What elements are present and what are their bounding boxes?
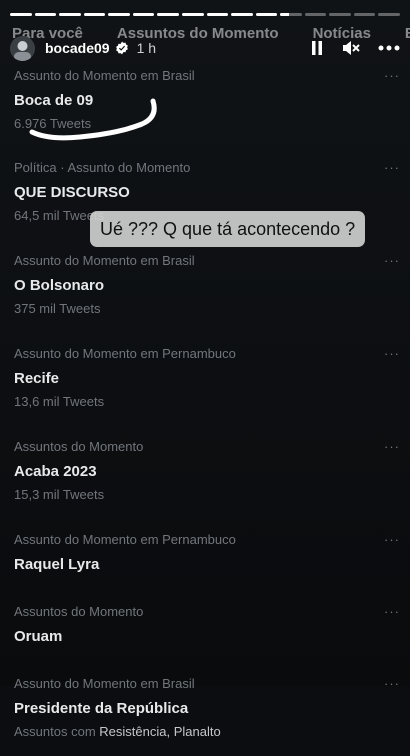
trend-more-icon[interactable]: ···	[384, 532, 400, 547]
story-progress-fill	[132, 13, 155, 16]
story-header: bocade09 1 h	[10, 35, 400, 61]
pause-icon	[312, 41, 322, 55]
background-tab: Esp	[404, 25, 410, 42]
trend-more-icon[interactable]: ···	[384, 160, 400, 175]
trend-context: Assuntos do Momento	[14, 439, 144, 454]
trend-name: Acaba 2023	[14, 463, 97, 480]
trend-item[interactable]: Assunto do Momento em Brasil O Bolsonaro…	[0, 245, 410, 330]
story-progress-segment	[59, 13, 81, 16]
trend-context: Política · Assunto do Momento	[14, 160, 191, 175]
story-progress-segment	[10, 13, 32, 16]
story-progress-segment	[132, 13, 155, 16]
story-text-caption: Ué ??? Q que tá acontecendo ?	[90, 211, 366, 247]
verified-badge-icon	[115, 41, 128, 55]
trend-more-icon[interactable]: ···	[384, 604, 400, 619]
speaker-muted-icon	[343, 41, 360, 55]
story-progress-segment	[280, 13, 302, 16]
trend-context: Assunto do Momento em Brasil	[14, 68, 195, 83]
trend-tweet-count: 13,6 mil Tweets	[14, 394, 105, 409]
story-progress-segment	[378, 13, 400, 16]
username[interactable]: bocade09	[45, 40, 110, 56]
story-progress-fill	[255, 13, 278, 16]
trend-more-icon[interactable]: ···	[384, 439, 400, 454]
trend-item[interactable]: Assunto do Momento em Pernambuco Recife …	[0, 338, 410, 423]
story-progress-segment	[206, 13, 229, 16]
story-progress-fill	[181, 13, 204, 16]
trend-tweet-count: 375 mil Tweets	[14, 301, 101, 316]
mute-button[interactable]	[342, 40, 360, 56]
profile-picture-icon	[10, 35, 35, 61]
trend-item[interactable]: Assunto do Momento em Brasil Presidente …	[0, 668, 410, 756]
trend-tweet-count: 6.976 Tweets	[14, 116, 92, 131]
trend-item[interactable]: Assunto do Momento em Brasil Boca de 09 …	[0, 60, 410, 145]
trend-tweet-count: 15,3 mil Tweets	[14, 487, 105, 502]
trend-context: Assunto do Momento em Pernambuco	[14, 532, 236, 547]
trends-list: Assunto do Momento em Brasil Boca de 09 …	[0, 60, 410, 756]
trend-context: Assunto do Momento em Brasil	[14, 253, 195, 268]
story-progress-fill	[280, 13, 289, 16]
trend-related-topics: Assuntos com Resistência, Planalto	[14, 724, 221, 739]
more-options-button[interactable]	[378, 45, 400, 51]
story-progress-segment	[231, 13, 253, 16]
story-progress-segment	[157, 13, 179, 16]
trend-name: Oruam	[14, 628, 63, 645]
story-progress-segment	[83, 13, 106, 16]
ellipsis-icon	[378, 45, 400, 51]
trend-name: Recife	[14, 370, 60, 387]
story-progress-fill	[108, 13, 130, 16]
trend-more-icon[interactable]: ···	[384, 676, 400, 691]
avatar[interactable]	[10, 35, 35, 61]
story-progress-segment	[255, 13, 278, 16]
trend-name: Boca de 09	[14, 92, 94, 109]
trend-name: Raquel Lyra	[14, 556, 100, 573]
story-progress-segment	[181, 13, 204, 16]
story-progress-fill	[206, 13, 229, 16]
story-progress-segment	[353, 13, 376, 16]
trend-name: Presidente da República	[14, 700, 189, 717]
trend-more-icon[interactable]: ···	[384, 253, 400, 268]
story-progress-segment	[108, 13, 130, 16]
story-progress-fill	[34, 13, 57, 16]
story-progress-segment	[304, 13, 327, 16]
story-progress-fill	[59, 13, 81, 16]
trend-item[interactable]: Assunto do Momento em Pernambuco Raquel …	[0, 524, 410, 588]
story-progress-fill	[83, 13, 106, 16]
trend-more-icon[interactable]: ···	[384, 68, 400, 83]
trend-context: Assunto do Momento em Brasil	[14, 676, 195, 691]
story-progress-segment	[329, 13, 351, 16]
post-time: 1 h	[136, 40, 157, 56]
trend-item[interactable]: Assuntos do Momento Acaba 2023 15,3 mil …	[0, 431, 410, 516]
story-progress-segment	[34, 13, 57, 16]
story-progress-fill	[10, 13, 32, 16]
trend-context: Assuntos do Momento	[14, 604, 144, 619]
story-progress-bar	[10, 13, 400, 16]
trend-item[interactable]: Assuntos do Momento Oruam ···	[0, 596, 410, 660]
story-progress-fill	[157, 13, 179, 16]
trend-context: Assunto do Momento em Pernambuco	[14, 346, 236, 361]
trend-name: QUE DISCURSO	[14, 184, 130, 201]
trend-more-icon[interactable]: ···	[384, 346, 400, 361]
story-progress-fill	[231, 13, 253, 16]
pause-button[interactable]	[310, 40, 324, 56]
trend-name: O Bolsonaro	[14, 277, 105, 294]
